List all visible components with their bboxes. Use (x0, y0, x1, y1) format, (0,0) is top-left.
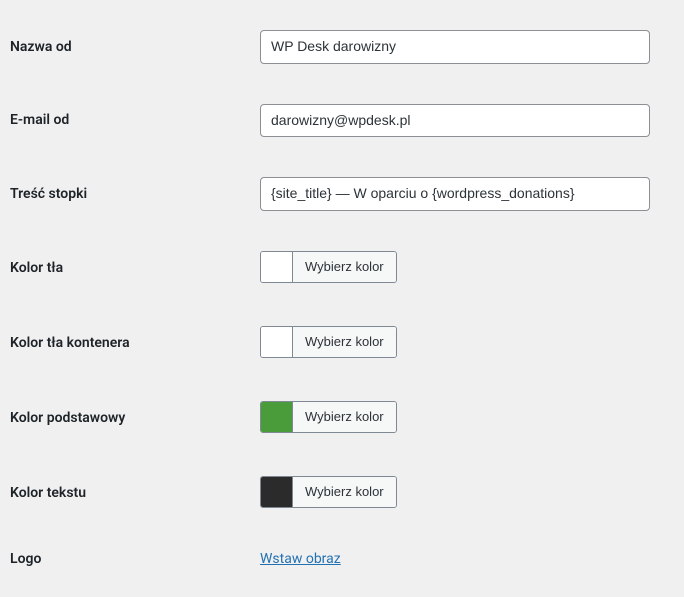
row-name-from: Nazwa od (10, 10, 674, 84)
label-primary-color: Kolor podstawowy (10, 410, 260, 426)
color-picker-primary[interactable]: Wybierz kolor (260, 401, 397, 433)
input-footer-text[interactable] (260, 177, 650, 211)
row-primary-color: Kolor podstawowy Wybierz kolor (10, 381, 674, 456)
color-picker-container-bg[interactable]: Wybierz kolor (260, 326, 397, 358)
label-container-bg-color: Kolor tła kontenera (10, 335, 260, 351)
label-text-color: Kolor tekstu (10, 485, 260, 501)
label-footer-text: Treść stopki (10, 186, 260, 202)
input-email-from[interactable] (260, 104, 650, 138)
input-name-from[interactable] (260, 30, 650, 64)
row-container-bg-color: Kolor tła kontenera Wybierz kolor (10, 306, 674, 381)
color-picker-bg[interactable]: Wybierz kolor (260, 251, 397, 283)
color-button-primary[interactable]: Wybierz kolor (293, 402, 396, 432)
color-button-text[interactable]: Wybierz kolor (293, 477, 396, 507)
row-text-color: Kolor tekstu Wybierz kolor (10, 456, 674, 531)
label-email-from: E-mail od (10, 112, 260, 128)
insert-image-link[interactable]: Wstaw obraz (260, 551, 341, 567)
color-picker-text[interactable]: Wybierz kolor (260, 476, 397, 508)
label-logo: Logo (10, 551, 260, 567)
row-footer-text: Treść stopki (10, 157, 674, 231)
row-logo: Logo Wstaw obraz (10, 531, 674, 587)
label-name-from: Nazwa od (10, 39, 260, 55)
row-email-from: E-mail od (10, 84, 674, 158)
color-button-container-bg[interactable]: Wybierz kolor (293, 327, 396, 357)
color-swatch-primary (261, 402, 293, 432)
color-swatch-container-bg (261, 327, 293, 357)
settings-form: Nazwa od E-mail od Treść stopki Kolor tł… (10, 10, 674, 587)
color-button-bg[interactable]: Wybierz kolor (293, 252, 396, 282)
row-bg-color: Kolor tła Wybierz kolor (10, 231, 674, 306)
label-bg-color: Kolor tła (10, 260, 260, 276)
color-swatch-text (261, 477, 293, 507)
color-swatch-bg (261, 252, 293, 282)
